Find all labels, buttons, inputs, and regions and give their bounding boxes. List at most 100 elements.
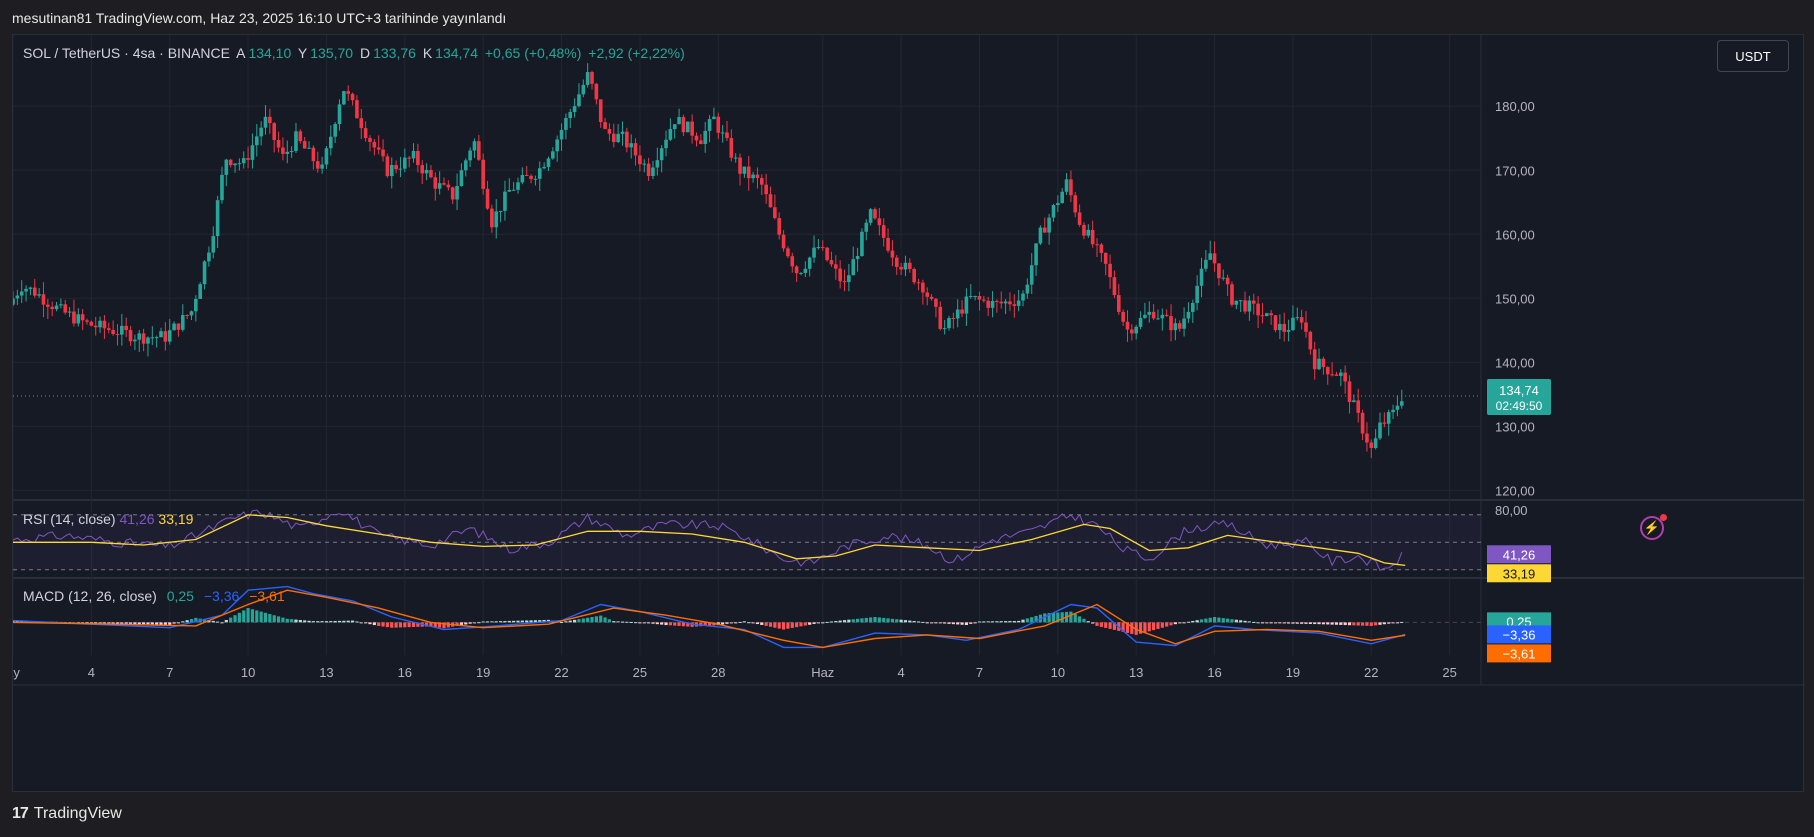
publish-caption: mesutinan81 TradingView.com, Haz 23, 202…: [12, 10, 507, 26]
candle-up: [307, 147, 311, 149]
candle-down: [1225, 277, 1230, 285]
candle-up: [1025, 284, 1030, 294]
candle-up: [1156, 318, 1160, 320]
candle-up: [807, 257, 812, 269]
macd-histogram-bar: [1199, 619, 1204, 623]
candle-up: [712, 116, 716, 120]
candle-up: [572, 106, 577, 113]
symbol-name[interactable]: SOL / TetherUS · 4sa · BINANCE: [23, 45, 230, 61]
currency-button[interactable]: USDT: [1717, 40, 1789, 72]
candle-up: [1204, 259, 1208, 269]
macd-histogram-bar: [990, 621, 995, 623]
macd-histogram-bar: [364, 622, 368, 624]
candle-down: [1008, 301, 1012, 305]
candle-up: [463, 160, 468, 171]
candle-down: [481, 159, 485, 189]
time-tick-label: ay: [13, 665, 20, 680]
macd-histogram-bar: [503, 621, 507, 623]
macd-histogram-bar: [124, 622, 128, 624]
candle-down: [141, 333, 146, 344]
macd-histogram-bar: [1273, 622, 1278, 624]
candle-up: [472, 141, 477, 151]
candle-down: [777, 218, 782, 235]
candle-down: [1230, 284, 1234, 305]
macd-histogram-bar: [464, 622, 468, 625]
macd-histogram-bar: [281, 617, 285, 623]
candle-up: [37, 294, 41, 296]
candle-down: [646, 163, 651, 177]
macd-histogram-bar: [150, 622, 154, 625]
candle-up: [202, 261, 207, 285]
candle-down: [477, 141, 481, 160]
candle-down: [1069, 179, 1073, 196]
price-tick-label: 170,00: [1495, 163, 1535, 178]
macd-histogram-bar: [1182, 622, 1186, 624]
candle-down: [834, 264, 838, 269]
macd-histogram-bar: [660, 622, 664, 625]
macd-value-badge-text: −3,36: [1503, 627, 1536, 642]
candle-down: [1269, 313, 1273, 316]
candle-up: [459, 170, 464, 187]
macd-histogram-bar: [1191, 620, 1195, 623]
macd-histogram-bar: [873, 617, 877, 623]
candle-up: [855, 255, 860, 260]
time-tick-label: 25: [1442, 665, 1456, 680]
candle-down: [1243, 300, 1247, 312]
time-tick-label: 4: [897, 665, 904, 680]
macd-histogram-bar: [111, 622, 115, 624]
macd-histogram-bar: [951, 622, 955, 625]
macd-histogram-bar: [1300, 622, 1304, 624]
macd-histogram-bar: [263, 612, 268, 623]
candle-up: [733, 157, 738, 159]
chart-frame[interactable]: 120,00 130,00 140,00 150,00 160,00 170,00 180,…: [12, 34, 1805, 793]
macd-histogram-bar: [777, 622, 781, 629]
candle-up: [250, 145, 255, 160]
macd-histogram-bar: [385, 622, 390, 628]
candle-up: [537, 168, 542, 179]
macd-histogram-bar: [329, 621, 333, 623]
macd-histogram-bar: [507, 620, 511, 623]
time-tick-label: 16: [398, 665, 412, 680]
candle-down: [781, 234, 786, 249]
candle-up: [98, 320, 102, 328]
candle-up: [1395, 405, 1400, 410]
time-tick-label: 22: [554, 665, 568, 680]
chart-canvas[interactable]: 120,00 130,00 140,00 150,00 160,00 170,00 180,…: [13, 35, 1805, 793]
candle-up: [1047, 217, 1051, 233]
footer-brand[interactable]: 17 TradingView: [12, 805, 122, 823]
macd-histogram-bar: [1160, 622, 1164, 628]
macd-histogram-bar: [1095, 622, 1099, 626]
time-tick-label: 25: [633, 665, 647, 680]
candle-down: [694, 135, 699, 141]
rsi-value-badge-text: 41,26: [1503, 547, 1536, 562]
macd-histogram-bar: [1334, 622, 1339, 625]
candle-down: [63, 304, 68, 313]
candle-down: [921, 282, 925, 293]
candle-up: [67, 311, 72, 313]
candle-up: [812, 247, 816, 258]
candle-down: [829, 260, 834, 265]
macd-histogram-bar: [1286, 622, 1291, 624]
candle-up: [868, 209, 873, 223]
candle-up: [498, 210, 503, 212]
macd-histogram-bar: [781, 622, 786, 630]
candle-up: [990, 300, 995, 308]
candle-up: [799, 272, 803, 274]
macd-histogram-bar: [272, 615, 276, 623]
macd-histogram-bar: [481, 621, 485, 623]
macd-histogram-bar: [377, 622, 381, 626]
candle-down: [524, 174, 529, 176]
candle-down: [394, 164, 398, 170]
macd-histogram-bar: [1269, 622, 1273, 624]
candle-up: [389, 164, 394, 177]
macd-title[interactable]: MACD (12, 26, close): [23, 588, 157, 604]
macd-histogram-bar: [176, 622, 181, 624]
macd-histogram-bar: [1365, 622, 1369, 626]
candle-up: [511, 189, 516, 191]
macd-histogram-bar: [163, 622, 167, 625]
macd-histogram-bar: [790, 622, 794, 628]
candle-down: [363, 128, 368, 139]
rsi-title[interactable]: RSI (14, close): [23, 511, 116, 527]
candle-down: [755, 174, 760, 179]
macd-histogram-bar: [1387, 622, 1391, 624]
